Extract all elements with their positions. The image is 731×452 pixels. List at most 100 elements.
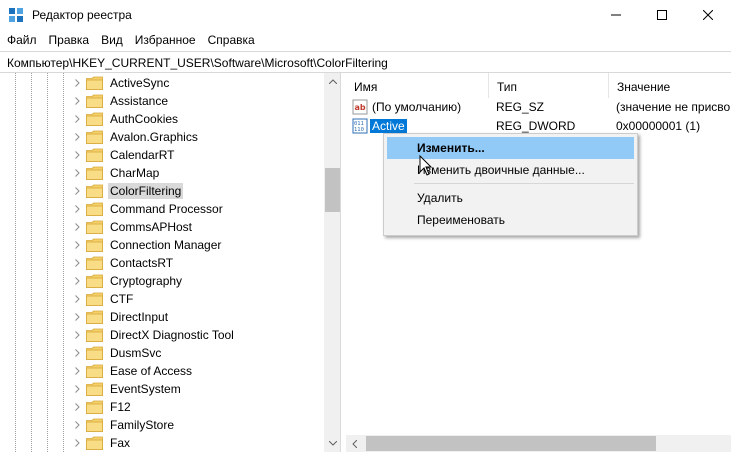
maximize-button[interactable]: [639, 0, 685, 30]
value-data: 0x00000001 (1): [616, 119, 701, 133]
address-bar[interactable]: Компьютер\HKEY_CURRENT_USER\Software\Mic…: [0, 51, 731, 73]
window-title: Редактор реестра: [32, 8, 132, 22]
minimize-button[interactable]: [593, 0, 639, 30]
tree-item[interactable]: CommsAPHost: [70, 218, 194, 236]
tree-scroll-thumb[interactable]: [325, 168, 340, 212]
tree-item[interactable]: DirectX Diagnostic Tool: [70, 326, 236, 344]
expand-chevron-icon[interactable]: [70, 416, 84, 434]
expand-chevron-icon[interactable]: [70, 146, 84, 164]
value-name: (По умолчанию): [372, 100, 462, 114]
menu-view[interactable]: Вид: [95, 30, 129, 50]
expand-chevron-icon[interactable]: [70, 164, 84, 182]
tree-vertical-scrollbar[interactable]: [324, 73, 340, 452]
folder-icon: [86, 400, 103, 414]
tree-item[interactable]: Assistance: [70, 92, 170, 110]
expand-chevron-icon[interactable]: [70, 236, 84, 254]
expand-chevron-icon[interactable]: [70, 380, 84, 398]
folder-icon: [86, 328, 103, 342]
scroll-left-arrow[interactable]: [346, 435, 363, 452]
folder-icon: [86, 184, 103, 198]
list-horizontal-scrollbar[interactable]: [346, 435, 731, 452]
expand-chevron-icon[interactable]: [70, 308, 84, 326]
folder-icon: [86, 346, 103, 360]
tree-item[interactable]: CharMap: [70, 164, 161, 182]
context-menu-delete[interactable]: Удалить: [387, 187, 634, 209]
list-scroll-thumb[interactable]: [366, 436, 656, 451]
scroll-down-arrow[interactable]: [324, 435, 340, 452]
menu-favorites[interactable]: Избранное: [129, 30, 202, 50]
expand-chevron-icon[interactable]: [70, 200, 84, 218]
value-type: REG_SZ: [496, 100, 545, 114]
tree-item[interactable]: Fax: [70, 434, 132, 452]
tree-item[interactable]: F12: [70, 398, 133, 416]
mouse-cursor-icon: [419, 155, 433, 176]
column-header-type[interactable]: Тип: [488, 73, 608, 98]
tree-item[interactable]: AuthCookies: [70, 110, 180, 128]
menu-file[interactable]: Файл: [0, 30, 43, 50]
tree-item[interactable]: EventSystem: [70, 380, 183, 398]
tree-item[interactable]: CTF: [70, 290, 135, 308]
value-list[interactable]: Имя Тип Значение ab (По умолчанию) REG_S…: [346, 73, 731, 452]
expand-chevron-icon[interactable]: [70, 272, 84, 290]
folder-icon: [86, 130, 103, 144]
column-header-name[interactable]: Имя: [346, 73, 488, 98]
tree-item[interactable]: Command Processor: [70, 200, 225, 218]
menu-edit[interactable]: Правка: [43, 30, 96, 50]
tree-item-label: Cryptography: [110, 274, 183, 288]
expand-chevron-icon[interactable]: [70, 254, 84, 272]
tree-item[interactable]: DusmSvc: [70, 344, 163, 362]
value-row[interactable]: ab (По умолчанию) REG_SZ (значение не пр…: [346, 98, 731, 116]
folder-icon: [86, 310, 103, 324]
value-name: Active: [370, 119, 407, 133]
key-tree[interactable]: ActiveSync Assistance AuthCookies Avalon.Gr…: [0, 73, 341, 452]
tree-item[interactable]: Connection Manager: [70, 236, 223, 254]
tree-item-label: ContactsRT: [110, 256, 174, 270]
tree-item[interactable]: ContactsRT: [70, 254, 175, 272]
expand-chevron-icon[interactable]: [70, 218, 84, 236]
context-menu: Изменить... Изменить двоичные данные... …: [383, 133, 638, 236]
expand-chevron-icon[interactable]: [70, 362, 84, 380]
expand-chevron-icon[interactable]: [70, 398, 84, 416]
tree-item[interactable]: FamilyStore: [70, 416, 176, 434]
chevron-down-icon: [328, 441, 337, 446]
tree-item-label: ActiveSync: [110, 76, 170, 90]
expand-chevron-icon[interactable]: [70, 110, 84, 128]
menu-help[interactable]: Справка: [202, 30, 261, 50]
folder-icon: [86, 238, 103, 252]
tree-item-label: Ease of Access: [110, 364, 193, 378]
tree-item[interactable]: Cryptography: [70, 272, 184, 290]
folder-icon: [86, 256, 103, 270]
tree-item-label: EventSystem: [110, 382, 181, 396]
expand-chevron-icon[interactable]: [70, 74, 84, 92]
scroll-up-arrow[interactable]: [324, 73, 340, 90]
tree-item-label: DusmSvc: [110, 346, 162, 360]
expand-chevron-icon[interactable]: [70, 182, 84, 200]
folder-icon: [86, 382, 103, 396]
tree-item[interactable]: ColorFiltering: [70, 182, 184, 200]
expand-chevron-icon[interactable]: [70, 344, 84, 362]
address-path[interactable]: Компьютер\HKEY_CURRENT_USER\Software\Mic…: [7, 56, 388, 70]
tree-item[interactable]: DirectInput: [70, 308, 170, 326]
expand-chevron-icon[interactable]: [70, 290, 84, 308]
expand-chevron-icon[interactable]: [70, 92, 84, 110]
expand-chevron-icon[interactable]: [70, 434, 84, 452]
tree-item[interactable]: ActiveSync: [70, 74, 171, 92]
title-bar: Редактор реестра: [0, 0, 731, 30]
tree-item-label: CommsAPHost: [110, 220, 193, 234]
close-button[interactable]: [685, 0, 731, 30]
context-menu-rename[interactable]: Переименовать: [387, 209, 634, 231]
expand-chevron-icon[interactable]: [70, 326, 84, 344]
expand-chevron-icon[interactable]: [70, 128, 84, 146]
tree-item[interactable]: Ease of Access: [70, 362, 194, 380]
folder-icon: [86, 418, 103, 432]
folder-icon: [86, 202, 103, 216]
column-header-data[interactable]: Значение: [608, 73, 731, 98]
value-type: REG_DWORD: [496, 119, 576, 133]
tree-item-label: CalendarRT: [110, 148, 175, 162]
string-value-icon: ab: [352, 99, 368, 115]
maximize-icon: [657, 10, 667, 20]
tree-item[interactable]: CalendarRT: [70, 146, 176, 164]
tree-item-label: DirectInput: [110, 310, 169, 324]
tree-item[interactable]: Avalon.Graphics: [70, 128, 200, 146]
folder-icon: [86, 94, 103, 108]
